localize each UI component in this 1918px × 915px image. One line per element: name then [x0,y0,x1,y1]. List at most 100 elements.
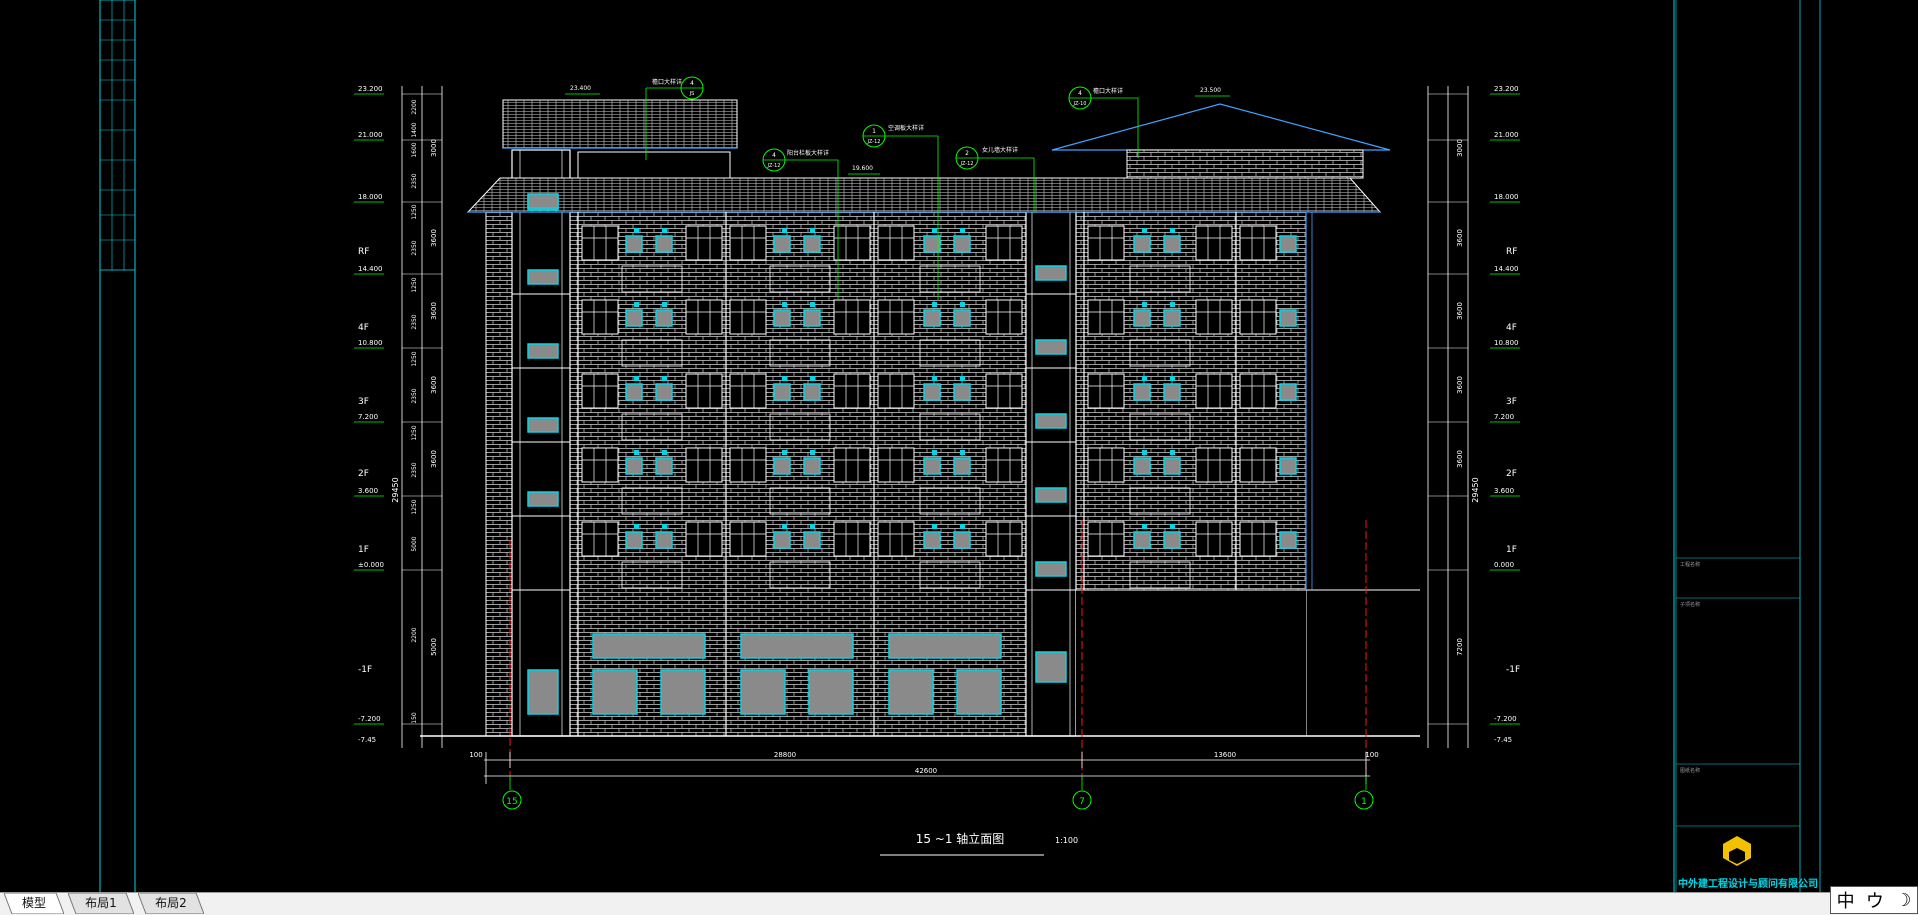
ac-unit [1279,383,1297,401]
floor-label: -1F [1506,665,1520,675]
fine-dim: 1400 [411,122,418,137]
ime-moon-icon[interactable]: ☽ [1895,890,1911,911]
story-dim: 3600 [430,229,438,247]
story-dim: 3600 [430,302,438,320]
window [877,299,915,335]
callout-4-text: 女儿墙大样详 [982,146,1018,154]
window [877,521,915,557]
ac-bracket [782,376,787,381]
ime-language-icon[interactable]: 中 [1837,887,1855,913]
window [729,225,767,261]
floor-level-value: -7.200 [358,715,381,723]
story-dim: 3600 [1456,229,1464,247]
ac-bracket [1142,302,1147,307]
window [833,447,871,483]
window [729,299,767,335]
floor-label: 4F [1506,323,1517,333]
ime-indicator[interactable]: 中 ウ ☽ [1830,886,1918,914]
layout-tab-bar: 模型 布局1 布局2 [0,892,1918,915]
story-dim: 3000 [1456,139,1464,157]
window [581,447,619,483]
window [833,225,871,261]
callout-3-ref: JZ-12 [867,139,881,145]
cad-drawing-canvas[interactable]: 工程名称 子项名称 图纸名称 中外建工程设计与顾问有限公司 4 JS 檐口大样详… [0,0,1918,892]
floor-level-value: ±0.000 [358,561,384,569]
ac-bracket [960,376,965,381]
ac-bracket [960,450,965,455]
ac-bracket [782,228,787,233]
ac-bracket [1170,228,1175,233]
ac-bracket [782,302,787,307]
window [833,521,871,557]
stair-window [527,193,559,209]
tab-layout-2[interactable]: 布局2 [138,893,204,914]
ac-bracket [1170,450,1175,455]
tab-layout-1[interactable]: 布局1 [68,893,134,914]
callout-5-num: 4 [1078,90,1082,97]
ac-bracket [810,450,815,455]
ac-bracket [662,302,667,307]
stair-window [1035,487,1067,503]
fine-dim: 2200 [411,627,418,642]
story-dim: 3600 [1456,376,1464,394]
axis-bubble-1: 1 [1354,790,1374,810]
ac-bracket [1142,228,1147,233]
fine-dim: 2200 [411,99,418,114]
left-legend-strip [99,0,136,892]
callout-2-text: 阳台栏板大样详 [787,149,829,157]
callout-1-text: 檐口大样详 [652,78,682,86]
fine-dim: 2350 [411,173,418,188]
window [877,225,915,261]
fine-dim: 2350 [411,314,418,329]
window [1239,225,1277,261]
ac-unit [655,531,673,549]
window [729,447,767,483]
ac-bracket [932,450,937,455]
window [1087,447,1125,483]
ac-bracket [634,376,639,381]
ac-unit [1133,235,1151,253]
window [685,373,723,409]
ac-unit [1133,309,1151,327]
ac-bracket [932,524,937,529]
fine-dim: 1250 [411,204,418,219]
callout-1-num: 4 [690,80,694,87]
stair-window [527,269,559,285]
floor-label: 1F [358,545,369,555]
ac-bracket [960,524,965,529]
callout-5-text: 檐口大样详 [1093,87,1123,95]
ac-unit [625,235,643,253]
floor-level-value: 3.600 [358,487,378,495]
floor-level-value: -7.200 [1494,715,1517,723]
window [1087,225,1125,261]
window [1087,521,1125,557]
drawing-title: 15 ~1 轴立面图 [916,831,1005,846]
callout-3-num: 1 [872,128,876,135]
tab-model[interactable]: 模型 [4,893,64,914]
ac-bracket [932,302,937,307]
axis-label-7: 7 [1079,797,1085,807]
floor-label: RF [1506,247,1517,257]
fine-dim: 1250 [411,499,418,514]
ac-bracket [662,376,667,381]
ac-unit [773,309,791,327]
ac-unit [773,235,791,253]
window [685,299,723,335]
overall-width: 42600 [915,767,937,775]
ime-symbol-icon[interactable]: ウ [1866,887,1884,913]
top-level-label: 18.000 [1494,193,1519,201]
ac-unit [1163,457,1181,475]
ac-unit [923,457,941,475]
ac-unit [773,457,791,475]
window [1087,299,1125,335]
ac-unit [655,235,673,253]
title-block-row-2: 子项名称 [1680,601,1700,608]
ac-unit [1133,457,1151,475]
ac-unit [655,383,673,401]
floor-label: 2F [358,469,369,479]
window [877,447,915,483]
ac-bracket [932,376,937,381]
ac-unit [1133,531,1151,549]
floor-level-value: 7.200 [358,413,378,421]
ac-unit [803,383,821,401]
